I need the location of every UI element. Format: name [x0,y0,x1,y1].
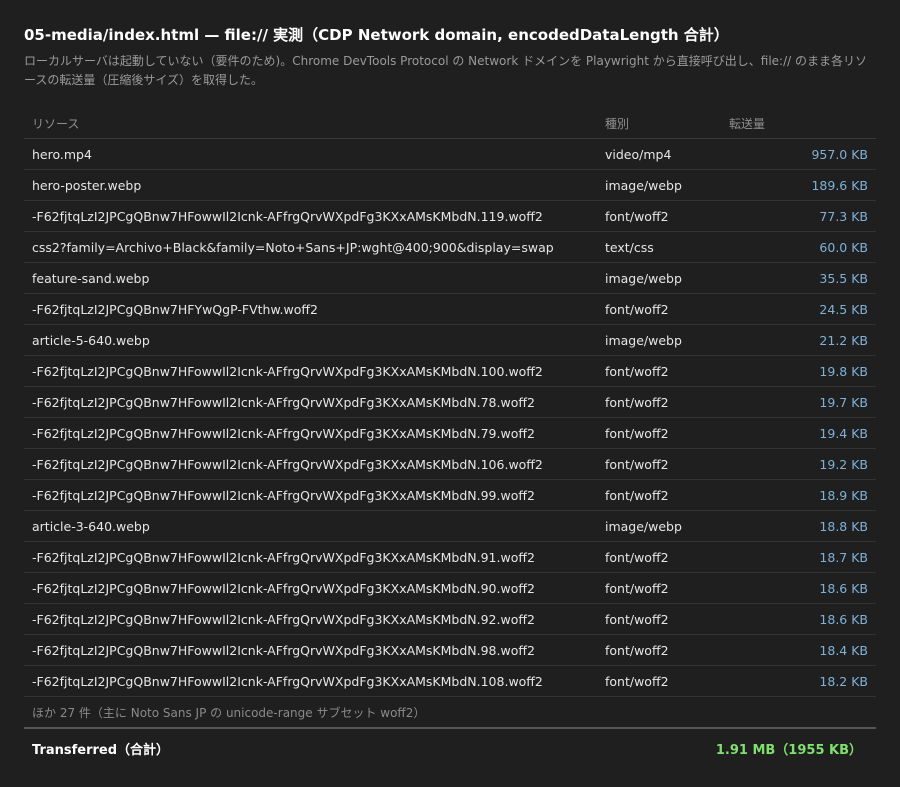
resource-type: image/webp [597,324,699,356]
table-body: hero.mp4 video/mp4 957.0 KB hero-poster.web… [24,138,876,697]
resource-name: feature-sand.webp [24,262,597,294]
table-row: -F62fjtqLzI2JPCgQBnw7HFowwIl2Icnk-AFfrgQ… [24,448,876,480]
resource-size: 18.8 KB [699,510,876,542]
resource-type: text/css [597,231,699,263]
resource-type: font/woff2 [597,355,699,387]
table-row: -F62fjtqLzI2JPCgQBnw7HFowwIl2Icnk-AFfrgQ… [24,479,876,511]
resource-name: css2?family=Archivo+Black&family=Noto+Sa… [24,231,597,263]
table-row: hero-poster.webp image/webp 189.6 KB [24,169,876,201]
resource-name: -F62fjtqLzI2JPCgQBnw7HFowwIl2Icnk-AFfrgQ… [24,634,597,666]
header-size: 転送量 [699,108,876,139]
resource-size: 18.6 KB [699,603,876,635]
resource-size: 957.0 KB [699,138,876,170]
resource-size: 21.2 KB [699,324,876,356]
resource-name: hero.mp4 [24,138,597,170]
table-row: -F62fjtqLzI2JPCgQBnw7HFowwIl2Icnk-AFfrgQ… [24,572,876,604]
resource-name: -F62fjtqLzI2JPCgQBnw7HFowwIl2Icnk-AFfrgQ… [24,448,597,480]
resource-name: hero-poster.webp [24,169,597,201]
resource-table: リソース 種別 転送量 hero.mp4 video/mp4 957.0 KB her… [24,108,876,767]
resource-size: 18.7 KB [699,541,876,573]
table-row: -F62fjtqLzI2JPCgQBnw7HFowwIl2Icnk-AFfrgQ… [24,355,876,387]
resource-name: -F62fjtqLzI2JPCgQBnw7HFowwIl2Icnk-AFfrgQ… [24,603,597,635]
resource-type: font/woff2 [597,200,699,232]
total-value: 1.91 MB（1955 KB） [715,742,862,758]
resource-name: -F62fjtqLzI2JPCgQBnw7HFowwIl2Icnk-AFfrgQ… [24,572,597,604]
resource-name: -F62fjtqLzI2JPCgQBnw7HFowwIl2Icnk-AFfrgQ… [24,386,597,418]
resource-name: article-5-640.webp [24,324,597,356]
page-description: ローカルサーバは起動していない（要件のため)。Chrome DevTools P… [24,54,867,87]
page-title: 05-media/index.html — file:// 実測（CDP Net… [24,26,729,44]
resource-size: 189.6 KB [699,169,876,201]
resource-type: font/woff2 [597,417,699,449]
table-row: feature-sand.webp image/webp 35.5 KB [24,262,876,294]
more-note: ほか 27 件（主に Noto Sans JP の unicode-range … [24,696,876,729]
table-row: -F62fjtqLzI2JPCgQBnw7HFowwIl2Icnk-AFfrgQ… [24,665,876,697]
more-row: ほか 27 件（主に Noto Sans JP の unicode-range … [24,696,876,729]
resource-size: 19.2 KB [699,448,876,480]
resource-size: 18.6 KB [699,572,876,604]
resource-name: article-3-640.webp [24,510,597,542]
table-row: -F62fjtqLzI2JPCgQBnw7HFowwIl2Icnk-AFfrgQ… [24,200,876,232]
resource-name: -F62fjtqLzI2JPCgQBnw7HFowwIl2Icnk-AFfrgQ… [24,479,597,511]
resource-type: font/woff2 [597,448,699,480]
table-row: -F62fjtqLzI2JPCgQBnw7HFowwIl2Icnk-AFfrgQ… [24,417,876,449]
resource-size: 19.7 KB [699,386,876,418]
table-row: -F62fjtqLzI2JPCgQBnw7HFowwIl2Icnk-AFfrgQ… [24,541,876,573]
table-row: hero.mp4 video/mp4 957.0 KB [24,138,876,170]
table-row: css2?family=Archivo+Black&family=Noto+Sa… [24,231,876,263]
table-row: -F62fjtqLzI2JPCgQBnw7HFYwQgP-FVthw.woff2… [24,293,876,325]
resource-type: image/webp [597,262,699,294]
resource-size: 19.8 KB [699,355,876,387]
report-panel: 05-media/index.html — file:// 実測（CDP Net… [24,24,876,767]
total-label: Transferred（合計） [32,742,170,758]
table-row: -F62fjtqLzI2JPCgQBnw7HFowwIl2Icnk-AFfrgQ… [24,634,876,666]
resource-size: 24.5 KB [699,293,876,325]
resource-size: 18.2 KB [699,665,876,697]
resource-size: 18.4 KB [699,634,876,666]
resource-type: image/webp [597,169,699,201]
resource-type: video/mp4 [597,138,699,170]
resource-type: font/woff2 [597,293,699,325]
resource-size: 35.5 KB [699,262,876,294]
table-header-row: リソース 種別 転送量 [24,108,876,139]
resource-type: font/woff2 [597,541,699,573]
resource-name: -F62fjtqLzI2JPCgQBnw7HFowwIl2Icnk-AFfrgQ… [24,541,597,573]
table-row: -F62fjtqLzI2JPCgQBnw7HFowwIl2Icnk-AFfrgQ… [24,386,876,418]
resource-name: -F62fjtqLzI2JPCgQBnw7HFYwQgP-FVthw.woff2 [24,293,597,325]
resource-size: 60.0 KB [699,231,876,263]
resource-name: -F62fjtqLzI2JPCgQBnw7HFowwIl2Icnk-AFfrgQ… [24,665,597,697]
table-row: article-3-640.webp image/webp 18.8 KB [24,510,876,542]
header-resource: リソース [24,108,597,139]
resource-type: font/woff2 [597,572,699,604]
resource-type: font/woff2 [597,479,699,511]
resource-type: font/woff2 [597,634,699,666]
resource-size: 77.3 KB [699,200,876,232]
resource-type: image/webp [597,510,699,542]
resource-name: -F62fjtqLzI2JPCgQBnw7HFowwIl2Icnk-AFfrgQ… [24,200,597,232]
header-type: 種別 [597,108,699,139]
resource-type: font/woff2 [597,603,699,635]
resource-name: -F62fjtqLzI2JPCgQBnw7HFowwIl2Icnk-AFfrgQ… [24,417,597,449]
resource-type: font/woff2 [597,665,699,697]
resource-type: font/woff2 [597,386,699,418]
resource-size: 19.4 KB [699,417,876,449]
resource-size: 18.9 KB [699,479,876,511]
table-row: -F62fjtqLzI2JPCgQBnw7HFowwIl2Icnk-AFfrgQ… [24,603,876,635]
table-row: article-5-640.webp image/webp 21.2 KB [24,324,876,356]
total-row: Transferred（合計） 1.91 MB（1955 KB） [24,728,876,767]
resource-name: -F62fjtqLzI2JPCgQBnw7HFowwIl2Icnk-AFfrgQ… [24,355,597,387]
